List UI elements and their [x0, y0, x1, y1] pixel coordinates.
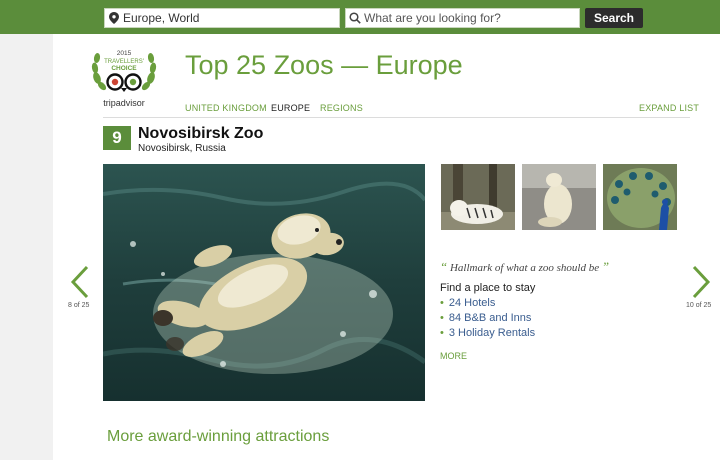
- owl-eyes-icon: [106, 73, 142, 92]
- chevron-right-icon[interactable]: [690, 264, 712, 300]
- find-stay-heading: Find a place to stay: [440, 282, 536, 294]
- search-placeholder: What are you looking for?: [364, 11, 501, 25]
- attraction-location: Novosibirsk, Russia: [138, 143, 226, 154]
- next-count: 10 of 25: [686, 302, 712, 309]
- thumbnail-white-tiger[interactable]: [441, 164, 515, 230]
- thumbnail-polar-bear[interactable]: [522, 164, 596, 230]
- location-field[interactable]: Europe, World: [104, 8, 340, 28]
- logo-year: 2015: [117, 50, 132, 57]
- search-button[interactable]: Search: [585, 8, 643, 28]
- prev-count: 8 of 25: [68, 302, 90, 309]
- travellers-choice-logo[interactable]: 2015 TRAVELLERS' CHOICE tripadvisor: [88, 44, 160, 112]
- top-search-bar: Europe, World What are you looking for? …: [0, 0, 720, 34]
- bnb-link[interactable]: • 84 B&B and Inns: [440, 312, 531, 324]
- more-award-heading: More award-winning attractions: [107, 428, 330, 445]
- logo-brand: tripadvisor: [103, 98, 145, 108]
- rank-badge: 9: [103, 126, 131, 150]
- page-title: Top 25 Zoos — Europe: [185, 50, 463, 80]
- hotels-link[interactable]: • 24 Hotels: [440, 297, 495, 309]
- main-photo[interactable]: [103, 164, 425, 401]
- more-link[interactable]: MORE: [440, 351, 467, 361]
- nav-item-uk[interactable]: UNITED KINGDOM: [185, 103, 267, 113]
- logo-line2: CHOICE: [111, 65, 137, 72]
- holiday-rentals-link[interactable]: • 3 Holiday Rentals: [440, 327, 535, 339]
- review-quote: “ Hallmark of what a zoo should be ”: [440, 259, 610, 274]
- expand-list-link[interactable]: EXPAND LIST: [639, 103, 699, 113]
- nav-item-europe[interactable]: EUROPE: [271, 103, 310, 113]
- divider: [103, 117, 690, 118]
- chevron-left-icon[interactable]: [69, 264, 91, 300]
- review-quote-text: Hallmark of what a zoo should be: [449, 262, 600, 274]
- attraction-name[interactable]: Novosibirsk Zoo: [138, 125, 263, 143]
- map-pin-icon: [105, 12, 123, 24]
- search-input[interactable]: What are you looking for?: [345, 8, 580, 28]
- thumbnail-peacock[interactable]: [603, 164, 677, 230]
- magnifier-icon: [346, 12, 364, 24]
- nav-item-regions[interactable]: REGIONS: [320, 103, 363, 113]
- location-value: Europe, World: [123, 11, 200, 25]
